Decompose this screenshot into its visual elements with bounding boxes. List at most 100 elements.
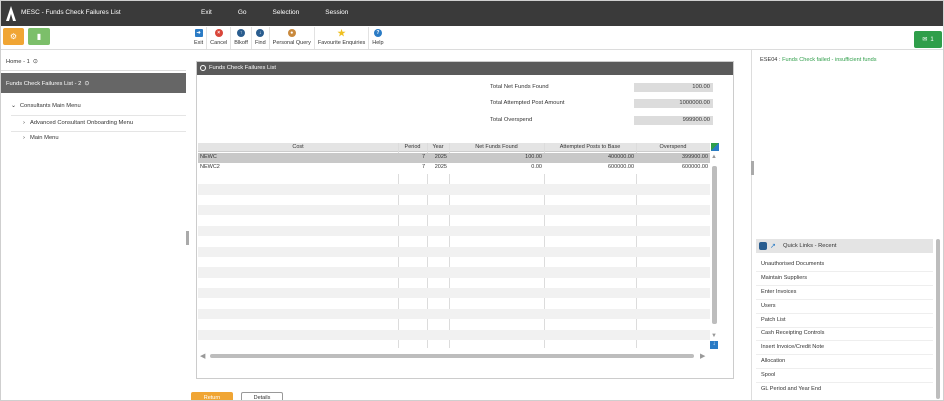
table-row xyxy=(198,329,710,341)
menu-session[interactable]: Session xyxy=(325,9,348,16)
quick-links-settings-icon[interactable] xyxy=(759,242,767,250)
help-button[interactable]: ? Help xyxy=(369,27,386,49)
left-panel: Home - 1 ⊙ Funds Check Failures List - 2… xyxy=(1,50,186,400)
menu-go[interactable]: Go xyxy=(238,9,247,16)
star-icon: ★ xyxy=(337,27,346,38)
left-splitter-handle[interactable] xyxy=(186,231,189,245)
nav-item-label: Advanced Consultant Onboarding Menu xyxy=(29,120,134,126)
column-cost[interactable]: Cost xyxy=(198,144,398,150)
breadcrumb[interactable]: Funds Check Failures List - 2 ⊙ xyxy=(1,73,186,93)
nav-item-label: Main Menu xyxy=(29,135,59,141)
table-row xyxy=(198,298,710,308)
chevron-down-icon: ⌄ xyxy=(11,103,16,109)
quick-link-divider xyxy=(756,368,933,369)
cancel-button[interactable]: × Cancel xyxy=(207,27,232,49)
scroll-left-icon[interactable]: ◀ xyxy=(200,352,205,360)
menu-exit[interactable]: Exit xyxy=(201,9,212,16)
scroll-right-icon[interactable]: ▶ xyxy=(700,352,705,360)
cell-period: 7 xyxy=(421,164,425,171)
collapse-icon[interactable] xyxy=(200,65,206,71)
help-icon: ? xyxy=(373,29,382,37)
scroll-bottom-icon[interactable]: ↓ xyxy=(710,341,718,349)
table-row[interactable]: NEWC 7 2025 100.00 400000.00 399900.00 xyxy=(198,153,710,164)
quick-link-item[interactable]: Users xyxy=(761,303,776,309)
vertical-scrollbar[interactable]: ▲ ▼ ↓ xyxy=(710,153,719,349)
quick-link-item[interactable]: Enter Invoices xyxy=(761,289,796,295)
personal-query-label: Personal Query xyxy=(272,40,311,46)
dashboard-button[interactable]: ▮ xyxy=(28,28,50,45)
quick-link-item[interactable]: Allocation xyxy=(761,358,785,364)
cancel-label: Cancel xyxy=(210,40,228,46)
column-period[interactable]: Period xyxy=(398,144,427,150)
mail-button[interactable]: ✉ 1 xyxy=(914,31,942,48)
quick-link-item[interactable]: Maintain Suppliers xyxy=(761,275,807,281)
right-splitter-handle[interactable] xyxy=(751,161,754,175)
cell-period: 7 xyxy=(421,154,425,160)
cell-year: 2025 xyxy=(434,164,447,171)
cell-net-funds: 100.00 xyxy=(525,154,542,160)
favourite-enquiries-label: Favourite Enquiries xyxy=(317,40,366,46)
mail-count: 1 xyxy=(930,36,934,43)
quick-link-item[interactable]: Spool xyxy=(761,372,775,378)
exit-label: Exit xyxy=(194,40,204,46)
main-menu-label: Consultants Main Menu xyxy=(19,103,81,109)
quick-link-divider xyxy=(756,340,933,341)
scroll-down-icon[interactable]: ▼ xyxy=(711,333,717,339)
quick-link-item[interactable]: Unauthorised Documents xyxy=(761,261,824,267)
cell-cost: NEWC2 xyxy=(200,164,220,171)
gear-icon: ⚙ xyxy=(9,32,18,41)
horizontal-scroll-thumb[interactable] xyxy=(210,354,694,358)
table-row xyxy=(198,319,710,329)
menu-selection[interactable]: Selection xyxy=(273,9,300,16)
table-row[interactable]: NEWC2 7 2025 0.00 600000.00 600000.00 xyxy=(198,163,710,174)
column-net-funds[interactable]: Net Funds Found xyxy=(449,144,544,150)
quick-link-item[interactable]: Cash Receipting Controls xyxy=(761,330,824,336)
quick-link-item[interactable]: GL Period and Year End xyxy=(761,386,821,392)
home-link[interactable]: Home - 1 ⊙ xyxy=(6,59,38,65)
quick-link-divider xyxy=(756,313,933,314)
share-icon[interactable]: ↗ xyxy=(770,242,776,250)
quick-links-scrollbar[interactable] xyxy=(936,239,940,399)
breadcrumb-settings-icon[interactable]: ⊙ xyxy=(84,81,89,93)
column-attempted[interactable]: Attempted Posts to Base xyxy=(544,144,636,150)
scroll-up-icon[interactable]: ▲ xyxy=(711,154,717,160)
message-code: ESE04 : xyxy=(760,57,781,63)
return-button[interactable]: Return xyxy=(191,392,233,400)
vertical-scroll-thumb[interactable] xyxy=(712,166,717,324)
quick-link-divider xyxy=(756,285,933,286)
top-bar: MESC - Funds Check Failures List Exit Go… xyxy=(1,1,943,26)
quick-links-title: Quick Links - Recent xyxy=(783,243,837,249)
blkoff-button[interactable]: ↑ Blkoff xyxy=(231,27,252,49)
settings-circle-icon[interactable]: ⊙ xyxy=(33,59,38,65)
blkoff-label: Blkoff xyxy=(234,40,248,46)
quick-link-divider xyxy=(756,299,933,300)
table-row xyxy=(198,174,710,184)
horizontal-scrollbar[interactable]: ◀ ▶ xyxy=(200,352,710,360)
nav-item-main-menu[interactable]: › Main Menu xyxy=(23,135,59,141)
grid-config-icon[interactable] xyxy=(710,143,720,152)
table-row xyxy=(198,246,710,257)
mail-icon: ✉ xyxy=(922,37,928,43)
blkoff-icon: ↑ xyxy=(237,29,246,37)
personal-query-button[interactable]: ● Personal Query xyxy=(270,27,315,49)
help-label: Help xyxy=(372,40,384,46)
column-year[interactable]: Year xyxy=(427,144,449,150)
settings-button[interactable]: ⚙ xyxy=(3,28,24,45)
quick-link-item[interactable]: Insert Invoice/Credit Note xyxy=(761,344,824,350)
failures-grid: Cost Period Year Net Funds Found Attempt… xyxy=(198,143,720,358)
quick-link-divider xyxy=(756,271,933,272)
quick-link-item[interactable]: Patch List xyxy=(761,317,786,323)
nav-item-advanced-onboarding[interactable]: › Advanced Consultant Onboarding Menu xyxy=(23,120,133,126)
find-label: Find xyxy=(254,40,266,46)
consultants-main-menu[interactable]: ⌄ Consultants Main Menu xyxy=(11,103,81,109)
table-row xyxy=(198,204,710,216)
details-button[interactable]: Details xyxy=(241,392,283,400)
find-button[interactable]: ↓ Find xyxy=(252,27,270,49)
table-row xyxy=(198,195,710,205)
column-overspend[interactable]: Overspend xyxy=(636,144,710,150)
exit-button[interactable]: ➜ Exit xyxy=(191,27,208,49)
quick-links-header[interactable]: ↗ Quick Links - Recent xyxy=(756,239,933,253)
favourite-enquiries-button[interactable]: ★ Favourite Enquiries xyxy=(315,27,370,49)
table-row xyxy=(198,184,710,195)
chevron-right-icon: › xyxy=(23,120,25,126)
